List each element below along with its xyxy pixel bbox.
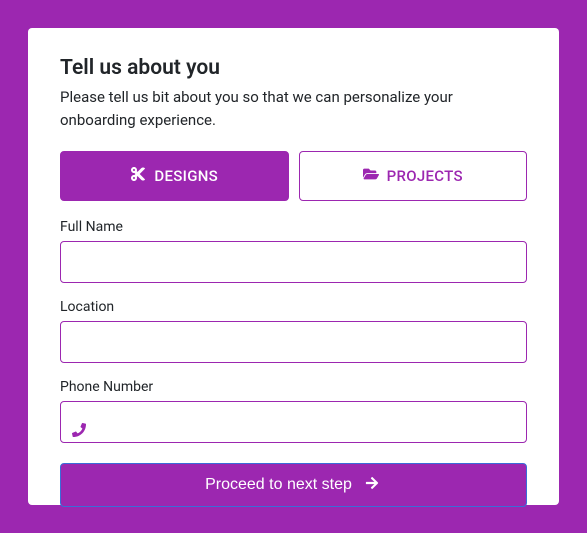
tab-projects[interactable]: PROJECTS <box>299 151 528 201</box>
field-phone: Phone Number <box>60 379 527 459</box>
tab-designs-label: DESIGNS <box>154 167 218 185</box>
folder-open-icon <box>363 166 379 186</box>
phone-input[interactable] <box>60 401 527 443</box>
phone-label: Phone Number <box>60 379 527 395</box>
page-title: Tell us about you <box>60 56 527 80</box>
arrow-right-icon <box>362 476 382 495</box>
proceed-button[interactable]: Proceed to next step <box>60 463 527 507</box>
location-label: Location <box>60 299 527 315</box>
cut-icon <box>130 166 146 186</box>
field-location: Location <box>60 299 527 379</box>
page-subtitle: Please tell us bit about you so that we … <box>60 86 527 131</box>
full-name-label: Full Name <box>60 219 527 235</box>
field-full-name: Full Name <box>60 219 527 299</box>
phone-icon <box>72 423 86 437</box>
onboarding-card: Tell us about you Please tell us bit abo… <box>28 28 559 505</box>
proceed-label: Proceed to next step <box>205 476 352 494</box>
tab-projects-label: PROJECTS <box>387 167 463 185</box>
location-input[interactable] <box>60 321 527 363</box>
tab-designs[interactable]: DESIGNS <box>60 151 289 201</box>
tab-group: DESIGNS PROJECTS <box>60 151 527 201</box>
full-name-input[interactable] <box>60 241 527 283</box>
